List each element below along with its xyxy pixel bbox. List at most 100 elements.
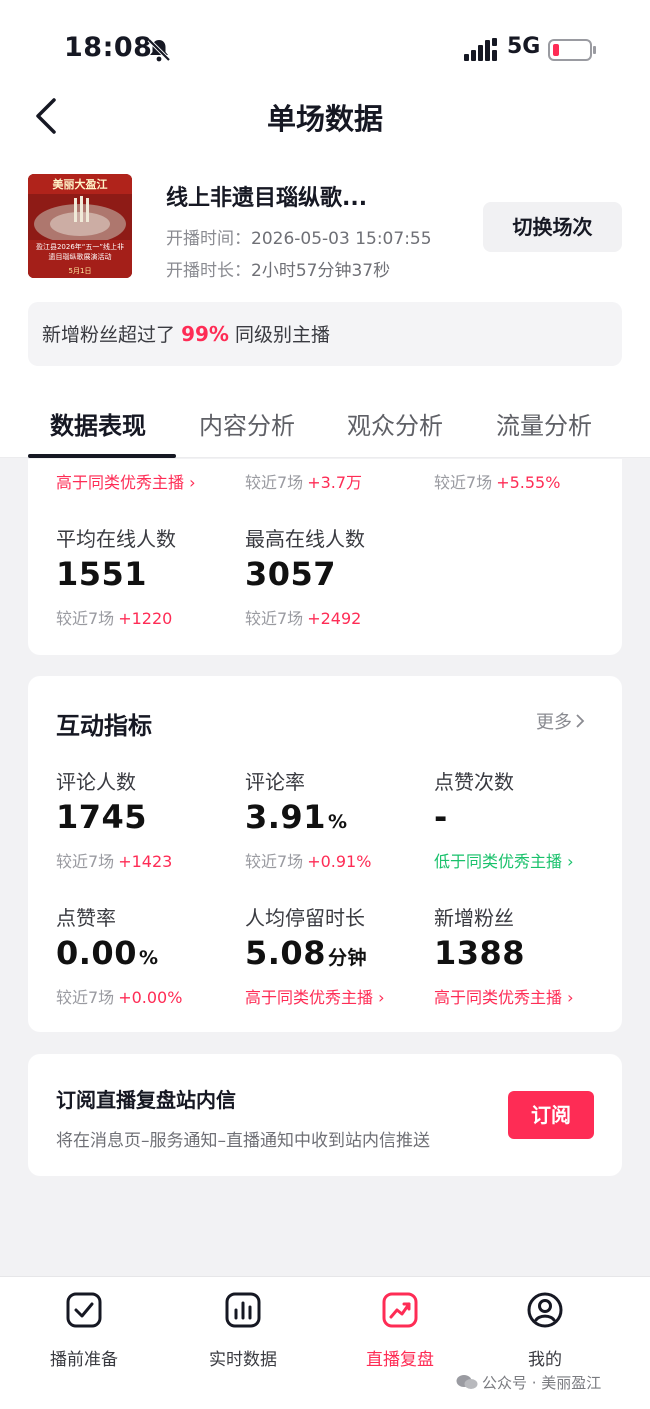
compare-delta: +3.7万 — [307, 473, 363, 492]
status-time: 18:08 — [64, 32, 153, 63]
checkbox-icon — [66, 1292, 102, 1328]
comment-users-value: 1745 — [56, 798, 147, 836]
peak-online-label: 最高在线人数 — [245, 527, 365, 551]
value-number: 1388 — [434, 934, 526, 972]
avg-online-value: 1551 — [56, 555, 148, 593]
nav-label: 实时数据 — [209, 1350, 277, 1370]
avg-watch-time-value: 5.08 分钟 — [245, 934, 367, 972]
compare-text: 较近7场 — [434, 473, 493, 492]
likes-count-value: - — [434, 798, 448, 836]
compare-delta: +5.55% — [496, 473, 561, 492]
compare-text: 较近7场 — [245, 609, 304, 628]
like-rate-value: 0.00% — [56, 934, 159, 972]
nav-item-me[interactable]: 我的 — [485, 1291, 605, 1370]
like-rate-compare: 较近7场 +0.00% — [56, 984, 182, 1008]
bell-muted-icon — [147, 38, 171, 62]
thumbnail-banner: 美丽大盈江 — [52, 178, 108, 191]
comment-users-compare: 较近7场 +1423 — [56, 848, 172, 872]
interaction-card: 互动指标 更多 评论人数 1745 较近7场 +1423 评论率 3.91% 较近… — [28, 676, 622, 1032]
nav-label: 我的 — [528, 1350, 562, 1370]
session-start-time: 开播时间：2026-05-03 15:07:55 — [166, 224, 432, 249]
tab-traffic-analysis[interactable]: 流量分析 — [496, 406, 592, 441]
battery-low-icon — [548, 39, 596, 61]
avg-watch-time-label: 人均停留时长 — [245, 906, 365, 930]
tab-indicator — [28, 454, 176, 458]
compare-delta: +0.00% — [118, 988, 183, 1007]
tab-content-analysis[interactable]: 内容分析 — [199, 406, 295, 441]
start-time-value: 2026-05-03 15:07:55 — [251, 229, 432, 249]
nav-item-live-review[interactable]: 直播复盘 — [340, 1291, 460, 1370]
value-unit: 分钟 — [327, 947, 367, 969]
session-title: 线上非遗目瑙纵歌... — [166, 186, 368, 211]
watermark-text: 公众号 · 美丽盈江 — [482, 1374, 602, 1392]
avg-online-label: 平均在线人数 — [56, 527, 176, 551]
above-peers-tag[interactable]: 高于同类优秀主播 › — [434, 984, 574, 1008]
like-rate-label: 点赞率 — [56, 906, 116, 930]
interaction-title: 互动指标 — [56, 712, 152, 740]
metrics-card: 高于同类优秀主播 › 较近7场 +3.7万 较近7场 +5.55% 平均在线人数 1… — [28, 459, 622, 655]
likes-count-label: 点赞次数 — [434, 770, 514, 794]
more-link[interactable]: 更多 — [536, 708, 586, 734]
compare-delta: +1423 — [118, 852, 173, 871]
value-number: 1745 — [56, 798, 148, 836]
value-number: - — [434, 798, 448, 836]
thumbnail-date: 5月1日 — [68, 267, 92, 275]
value-number: 5.08 — [245, 934, 326, 972]
value-unit: % — [138, 947, 159, 969]
fans-banner: 新增粉丝超过了 99% 同级别主播 — [28, 302, 622, 366]
new-fans-label: 新增粉丝 — [434, 906, 514, 930]
tab-audience-analysis[interactable]: 观众分析 — [347, 406, 443, 441]
subscribe-title: 订阅直播复盘站内信 — [56, 1088, 236, 1112]
compare-text: 较近7场 — [245, 852, 304, 871]
comment-rate-label: 评论率 — [245, 770, 305, 794]
compare-label: 较近7场 +5.55% — [434, 469, 560, 493]
above-peers-tag[interactable]: 高于同类优秀主播 › — [245, 984, 385, 1008]
signal-icon — [464, 38, 497, 61]
value-number: 0.00 — [56, 934, 137, 972]
above-peers-tag[interactable]: 高于同类优秀主播 › — [56, 469, 196, 493]
session-duration: 开播时长：2小时57分钟37秒 — [166, 256, 390, 281]
subscribe-card: 订阅直播复盘站内信 将在消息页–服务通知–直播通知中收到站内信推送 订阅 — [28, 1054, 622, 1176]
chevron-right-icon — [576, 714, 585, 728]
value-number: 3.91 — [245, 798, 326, 836]
compare-label: 较近7场 +3.7万 — [245, 469, 362, 493]
watermark: 公众号 · 美丽盈江 — [456, 1372, 601, 1393]
bar-chart-icon — [225, 1292, 261, 1328]
network-label: 5G — [507, 34, 541, 59]
tab-data-performance[interactable]: 数据表现 — [50, 406, 146, 441]
trend-chart-icon — [382, 1292, 418, 1328]
below-peers-tag[interactable]: 低于同类优秀主播 › — [434, 848, 574, 872]
compare-text: 较近7场 — [56, 988, 115, 1007]
avg-online-compare: 较近7场 +1220 — [56, 605, 172, 629]
subscribe-button[interactable]: 订阅 — [508, 1091, 594, 1139]
compare-text: 较近7场 — [56, 609, 115, 628]
nav-label: 播前准备 — [50, 1350, 118, 1370]
nav-item-realtime[interactable]: 实时数据 — [183, 1291, 303, 1370]
comment-rate-value: 3.91% — [245, 798, 348, 836]
tab-bar: 数据表现 内容分析 观众分析 流量分析 — [0, 400, 650, 458]
subscribe-description: 将在消息页–服务通知–直播通知中收到站内信推送 — [56, 1131, 430, 1151]
compare-text: 较近7场 — [56, 852, 115, 871]
new-fans-value: 1388 — [434, 934, 525, 972]
session-thumbnail[interactable]: 美丽大盈江 盈江县2026年“五一”线上非遗目瑙纵歌展演活动 5月1日 — [28, 174, 132, 278]
nav-item-pre-live[interactable]: 播前准备 — [24, 1291, 144, 1370]
page-title: 单场数据 — [266, 102, 383, 136]
duration-value: 2小时57分钟37秒 — [251, 261, 391, 281]
fans-banner-percent: 99% — [181, 322, 229, 346]
start-time-label: 开播时间： — [166, 229, 251, 249]
compare-delta: +1220 — [118, 609, 173, 628]
comment-rate-compare: 较近7场 +0.91% — [245, 848, 371, 872]
fans-banner-prefix: 新增粉丝超过了 — [42, 324, 176, 346]
fans-banner-suffix: 同级别主播 — [234, 324, 330, 346]
peak-online-value: 3057 — [245, 555, 337, 593]
nav-label: 直播复盘 — [366, 1350, 434, 1370]
duration-label: 开播时长： — [166, 261, 251, 281]
wechat-icon — [456, 1375, 478, 1389]
compare-delta: +0.91% — [307, 852, 372, 871]
user-icon — [527, 1292, 563, 1328]
peak-online-compare: 较近7场 +2492 — [245, 605, 361, 629]
value-unit: % — [327, 811, 348, 833]
status-bar: 18:08 5G — [0, 28, 650, 72]
switch-session-button[interactable]: 切换场次 — [483, 202, 622, 252]
compare-text: 较近7场 — [245, 473, 304, 492]
